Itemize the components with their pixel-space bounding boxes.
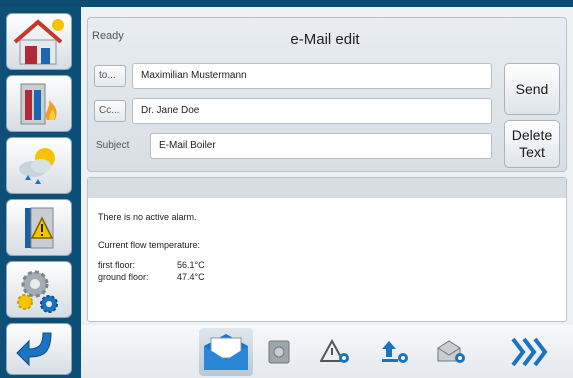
next-nav-button[interactable]: [507, 333, 551, 371]
sidebar-settings-button[interactable]: [6, 261, 72, 318]
temperature-row: first floor: 56.1°C: [98, 260, 205, 270]
delete-label-line1: Delete: [511, 127, 553, 143]
bottom-nav: [81, 325, 573, 378]
to-field[interactable]: Maximilian Mustermann: [132, 63, 492, 89]
upload-settings-icon: [382, 341, 408, 363]
house-icon: [13, 18, 64, 64]
message-header-bar: [88, 178, 566, 198]
weather-icon: [19, 147, 55, 184]
cc-button[interactable]: Cc...: [94, 100, 126, 122]
upload-settings-nav-button[interactable]: [377, 335, 413, 369]
alarm-status-text: There is no active alarm.: [98, 212, 197, 222]
boiler-fire-icon: [20, 83, 57, 124]
delete-text-button[interactable]: Delete Text: [504, 120, 560, 168]
message-body[interactable]: There is no active alarm. Current flow t…: [87, 177, 567, 322]
temperature-value: 56.1°C: [177, 260, 205, 270]
temperature-label: first floor:: [98, 260, 136, 270]
back-arrow-icon: [16, 332, 52, 367]
subject-field[interactable]: E-Mail Boiler: [150, 133, 492, 159]
flow-temperature-heading: Current flow temperature:: [98, 240, 201, 250]
page-title: e-Mail edit: [290, 31, 360, 48]
subject-row: Subject E-Mail Boiler: [94, 133, 494, 159]
main-area: Ready e-Mail edit to... Maximilian Muste…: [81, 7, 573, 378]
to-row: to... Maximilian Mustermann: [94, 63, 494, 89]
settings-gears-icon: [17, 270, 58, 313]
cc-row: Cc... Dr. Jane Doe: [94, 98, 494, 124]
top-bar: [0, 0, 573, 7]
email-nav-button[interactable]: [199, 328, 253, 376]
subject-label: Subject: [96, 140, 130, 151]
to-button[interactable]: to...: [94, 65, 126, 87]
send-button[interactable]: Send: [504, 63, 560, 115]
email-settings-icon: [437, 340, 465, 363]
temperature-row: ground floor: 47.4°C: [98, 272, 205, 282]
delete-label-line2: Text: [519, 144, 545, 160]
warning-settings-nav-button[interactable]: [317, 335, 353, 369]
safe-nav-button[interactable]: [264, 335, 294, 369]
send-label: Send: [515, 81, 549, 97]
safe-icon: [268, 340, 290, 364]
temperature-label: ground floor:: [98, 272, 149, 282]
sidebar-weather-button[interactable]: [6, 137, 72, 194]
alarm-warning-icon: [25, 207, 54, 248]
email-icon: [204, 334, 248, 370]
next-chevrons-icon: [511, 337, 548, 367]
email-header-panel: Ready e-Mail edit to... Maximilian Muste…: [87, 17, 567, 172]
sidebar-boiler-button[interactable]: [6, 75, 72, 132]
cc-field[interactable]: Dr. Jane Doe: [132, 98, 492, 124]
warning-settings-icon: [320, 339, 349, 363]
sidebar-home-button[interactable]: [6, 13, 72, 70]
email-settings-nav-button[interactable]: [433, 335, 469, 369]
sidebar: [0, 7, 81, 378]
sidebar-alarm-button[interactable]: [6, 199, 72, 256]
temperature-value: 47.4°C: [177, 272, 205, 282]
sidebar-back-button[interactable]: [6, 323, 72, 375]
